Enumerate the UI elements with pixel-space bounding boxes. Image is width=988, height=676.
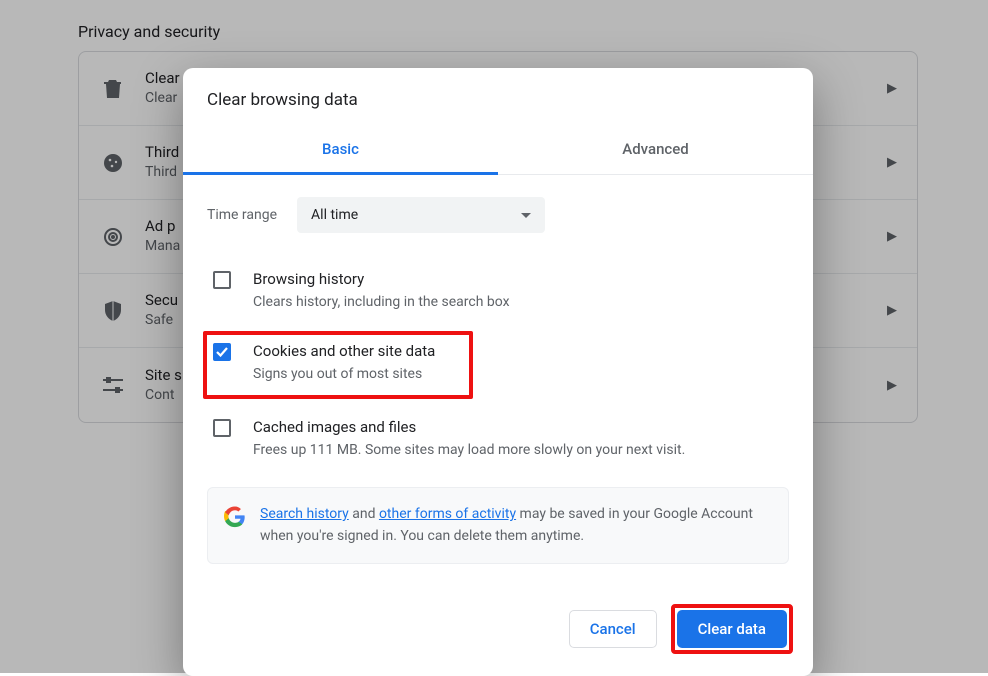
checkbox[interactable]	[213, 271, 231, 289]
dialog-tabs: Basic Advanced	[183, 128, 813, 175]
checkbox[interactable]	[213, 343, 231, 361]
link-other-activity[interactable]: other forms of activity	[379, 506, 516, 522]
google-account-info-text: Search history and other forms of activi…	[260, 504, 772, 547]
clear-data-highlight: Clear data	[671, 604, 793, 654]
time-range-value: All time	[311, 207, 358, 223]
time-range-row: Time range All time	[207, 197, 789, 233]
time-range-select[interactable]: All time	[297, 197, 545, 233]
google-account-info: Search history and other forms of activi…	[207, 487, 789, 564]
option-title: Cached images and files	[253, 417, 685, 438]
link-search-history[interactable]: Search history	[260, 506, 349, 522]
option-browsing-history[interactable]: Browsing history Clears history, includi…	[207, 259, 789, 331]
dialog-footer: Cancel Clear data	[183, 586, 813, 676]
option-cookies[interactable]: Cookies and other site data Signs you ou…	[203, 331, 473, 399]
clear-data-button[interactable]: Clear data	[677, 610, 787, 648]
checkbox[interactable]	[213, 419, 231, 437]
time-range-label: Time range	[207, 207, 277, 223]
clear-browsing-data-dialog: Clear browsing data Basic Advanced Time …	[183, 68, 813, 676]
dialog-body: Time range All time Browsing history Cle…	[183, 175, 813, 586]
tab-advanced[interactable]: Advanced	[498, 128, 813, 174]
google-g-icon	[224, 506, 246, 528]
option-title: Cookies and other site data	[253, 341, 435, 362]
cancel-button[interactable]: Cancel	[569, 610, 657, 648]
option-title: Browsing history	[253, 269, 510, 290]
option-sub: Signs you out of most sites	[253, 364, 435, 385]
dialog-title: Clear browsing data	[183, 68, 813, 128]
tab-basic[interactable]: Basic	[183, 128, 498, 175]
option-cached[interactable]: Cached images and files Frees up 111 MB.…	[207, 407, 789, 479]
caret-down-icon	[521, 213, 531, 218]
option-sub: Frees up 111 MB. Some sites may load mor…	[253, 440, 685, 461]
option-sub: Clears history, including in the search …	[253, 292, 510, 313]
